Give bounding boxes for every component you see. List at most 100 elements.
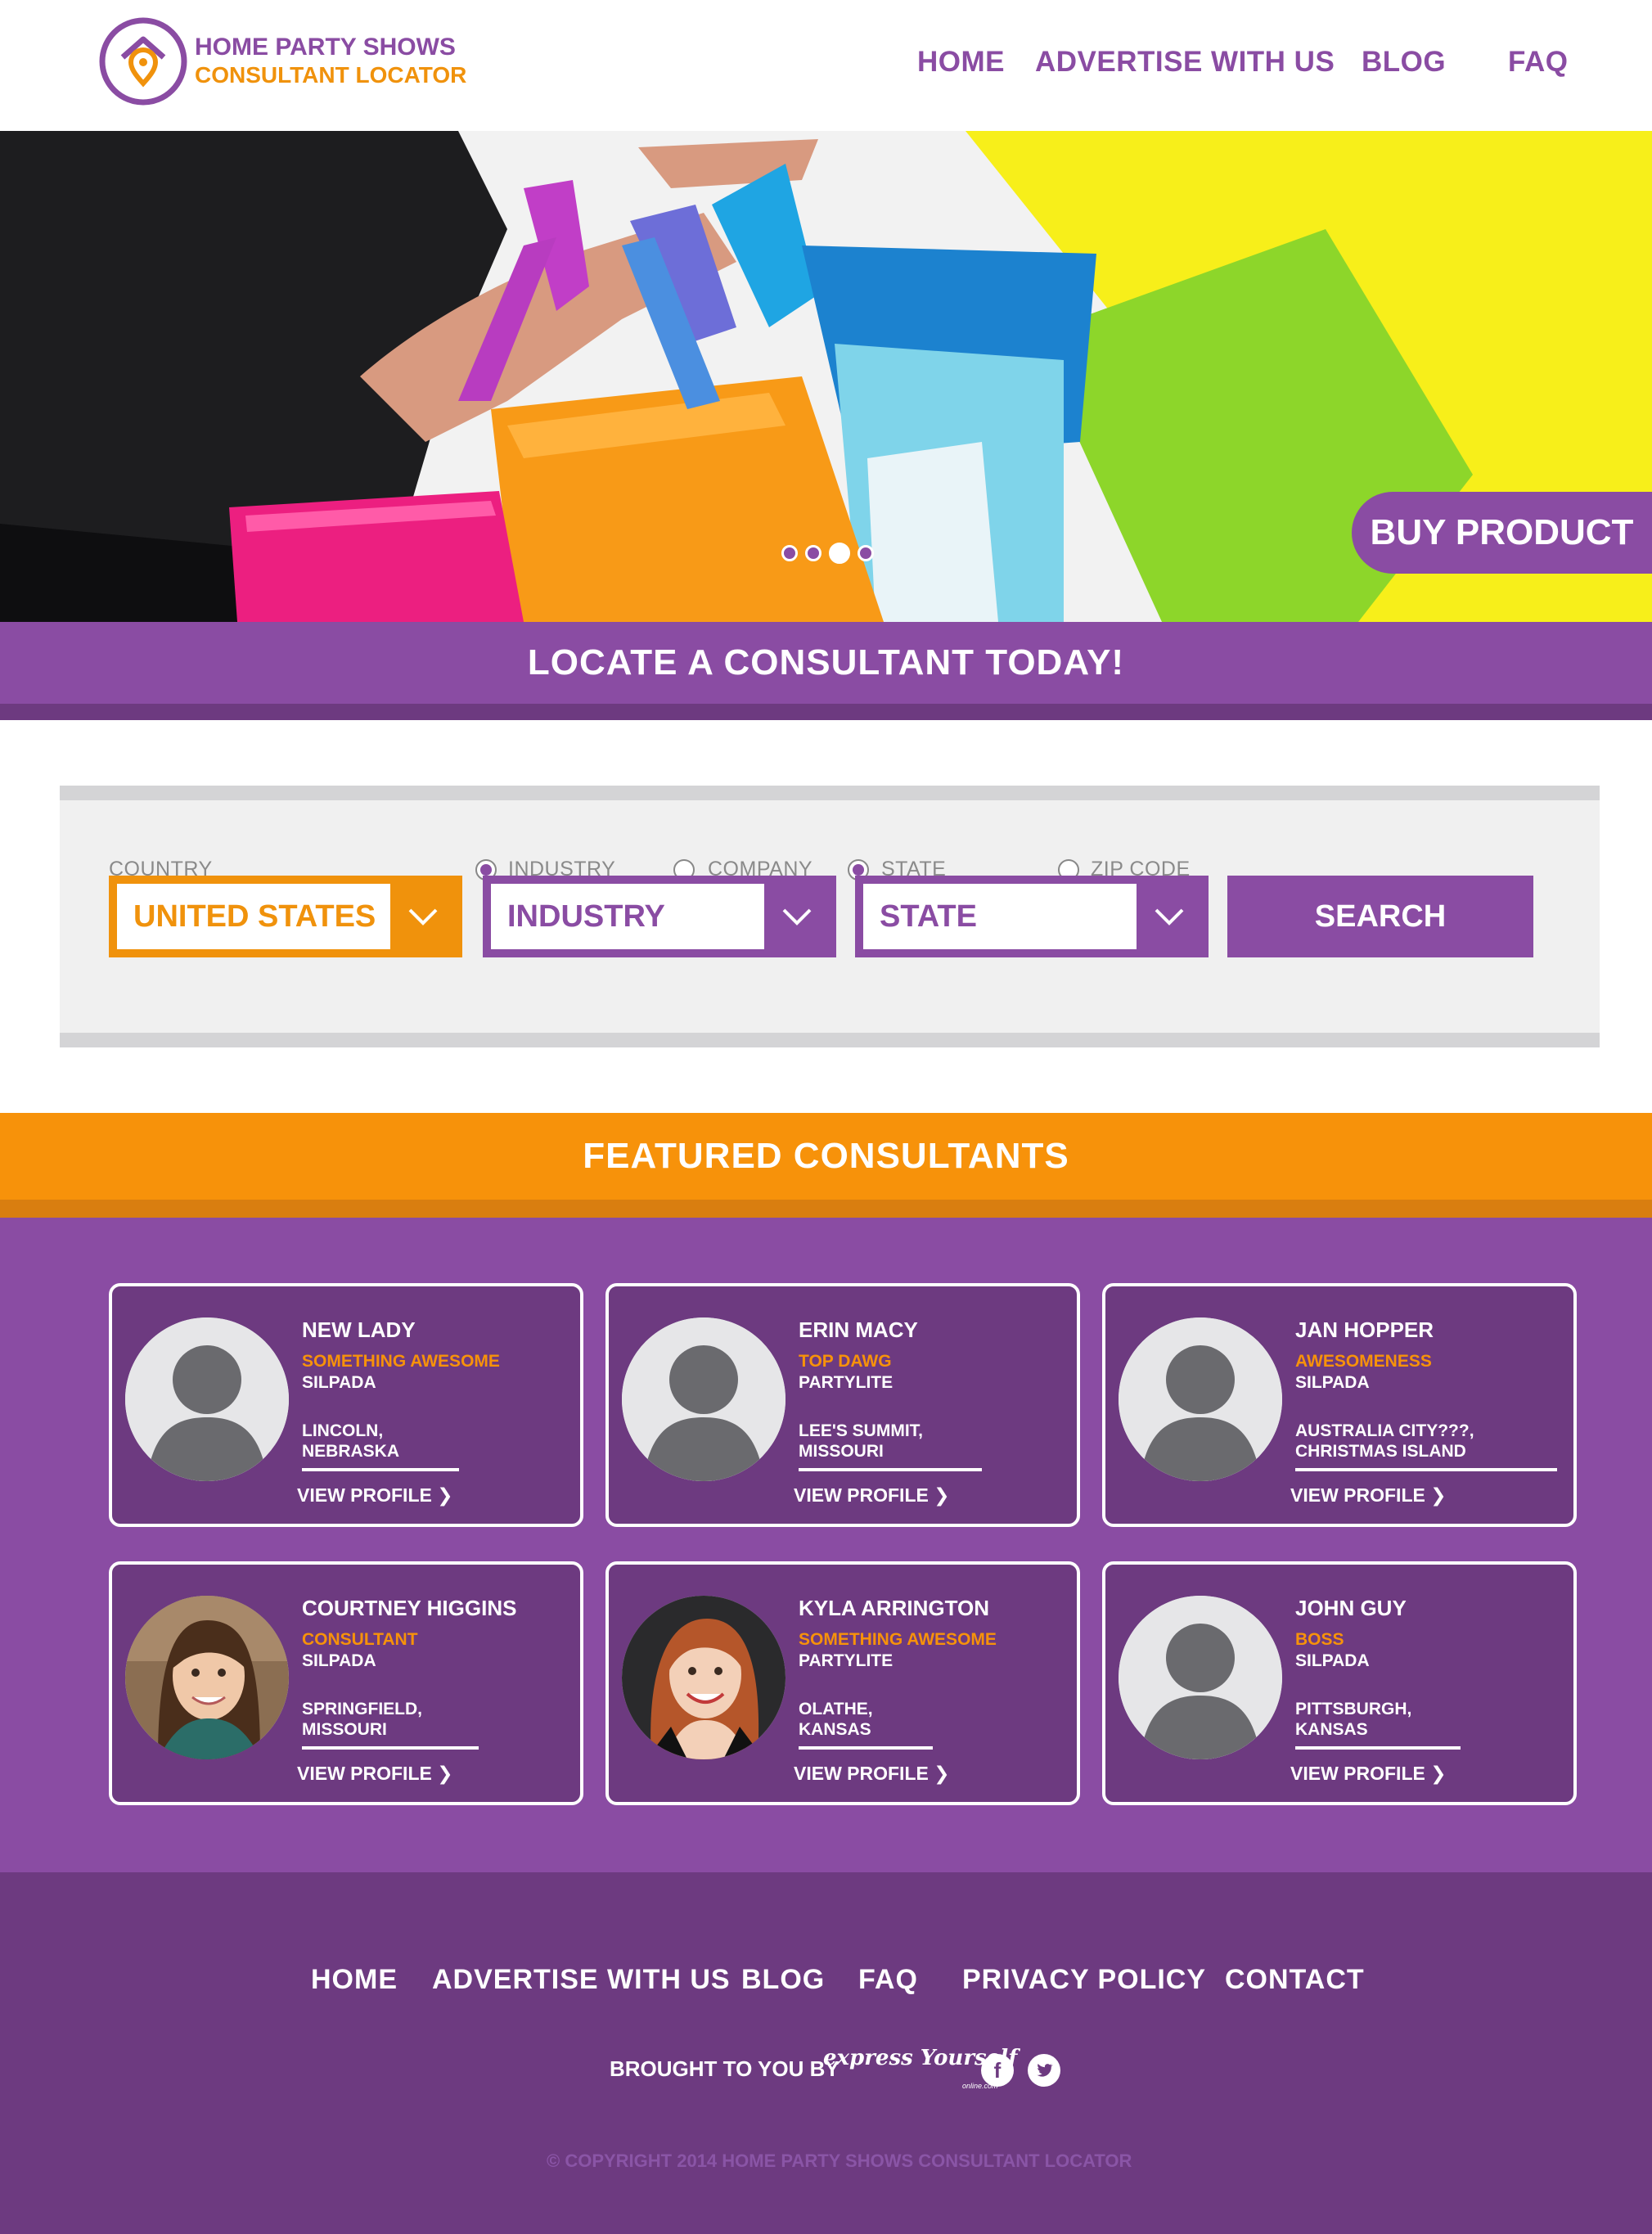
default-user-silhouette-icon [1119, 1596, 1282, 1759]
consultant-name: JOHN GUY [1295, 1596, 1407, 1620]
chevron-down-icon [408, 908, 438, 926]
view-profile-label: VIEW PROFILE [794, 1484, 929, 1506]
default-user-silhouette-icon [622, 1317, 785, 1481]
logo-line-2: CONSULTANT LOCATOR [195, 62, 467, 88]
avatar [622, 1317, 785, 1481]
chevron-right-icon: ❯ [934, 1763, 950, 1784]
footer-nav-advertise[interactable]: ADVERTISE WITH US [432, 1964, 731, 1996]
view-profile-label: VIEW PROFILE [297, 1484, 432, 1506]
consultant-card: ERIN MACY TOP DAWG PARTYLITE LEE'S SUMMI… [605, 1283, 1080, 1527]
nav-faq[interactable]: FAQ [1508, 46, 1568, 79]
slider-dot-1[interactable] [781, 545, 798, 561]
consultant-card: NEW LADY SOMETHING AWESOME SILPADA LINCO… [109, 1283, 583, 1527]
consultant-card: KYLA ARRINGTON SOMETHING AWESOME PARTYLI… [605, 1561, 1080, 1805]
featured-banner-shadow [0, 1200, 1652, 1218]
consultant-company: SILPADA [1295, 1373, 1370, 1392]
footer-nav-contact[interactable]: CONTACT [1225, 1964, 1365, 1996]
consultant-company: PARTYLITE [799, 1373, 894, 1392]
view-profile-link[interactable]: VIEW PROFILE ❯ [1290, 1484, 1447, 1507]
site-header: HOME PARTY SHOWS CONSULTANT LOCATOR HOME… [0, 0, 1652, 131]
view-profile-link[interactable]: VIEW PROFILE ❯ [297, 1484, 453, 1507]
slider-dot-3[interactable] [829, 543, 850, 564]
consultant-title: AWESOMENESS [1295, 1352, 1432, 1371]
consultant-location: OLATHE, KANSAS [799, 1699, 933, 1750]
industry-select-value: INDUSTRY [491, 884, 764, 949]
view-profile-label: VIEW PROFILE [1290, 1763, 1425, 1784]
view-profile-label: VIEW PROFILE [794, 1763, 929, 1784]
consultant-name: NEW LADY [302, 1317, 416, 1342]
state-select-value: STATE [863, 884, 1137, 949]
locate-banner: LOCATE A CONSULTANT TODAY! [0, 622, 1652, 704]
footer-nav-faq[interactable]: FAQ [858, 1964, 918, 1996]
footer-nav-privacy[interactable]: PRIVACY POLICY [962, 1964, 1206, 1996]
featured-title: FEATURED CONSULTANTS [583, 1136, 1069, 1176]
consultant-location: AUSTRALIA CITY???, CHRISTMAS ISLAND [1295, 1421, 1557, 1471]
copyright-text: © COPYRIGHT 2014 HOME PARTY SHOWS CONSUL… [547, 2151, 1132, 2171]
consultant-name: COURTNEY HIGGINS [302, 1596, 517, 1620]
avatar [1119, 1317, 1282, 1481]
footer-nav-home[interactable]: HOME [311, 1964, 398, 1996]
avatar [125, 1317, 289, 1481]
consultant-company: SILPADA [302, 1651, 376, 1670]
nav-advertise[interactable]: ADVERTISE WITH US [1035, 46, 1335, 79]
slider-dot-4[interactable] [858, 545, 874, 561]
view-profile-label: VIEW PROFILE [1290, 1484, 1425, 1506]
facebook-icon[interactable]: f [981, 2054, 1014, 2087]
house-pin-logo-icon [99, 17, 187, 106]
avatar [1119, 1596, 1282, 1759]
avatar [125, 1596, 289, 1759]
chevron-right-icon: ❯ [934, 1484, 950, 1506]
site-logo[interactable]: HOME PARTY SHOWS CONSULTANT LOCATOR [98, 16, 466, 106]
locate-banner-shadow [0, 704, 1652, 720]
buy-product-button[interactable]: BUY PRODUCT [1352, 492, 1652, 574]
view-profile-link[interactable]: VIEW PROFILE ❯ [1290, 1763, 1447, 1785]
consultant-title: CONSULTANT [302, 1630, 418, 1649]
site-footer: HOME ADVERTISE WITH US BLOG FAQ PRIVACY … [0, 1872, 1652, 2234]
consultant-card: JAN HOPPER AWESOMENESS SILPADA AUSTRALIA… [1102, 1283, 1577, 1527]
consultant-name: ERIN MACY [799, 1317, 918, 1342]
consultant-location: LINCOLN, NEBRASKA [302, 1421, 459, 1471]
slider-dots [781, 543, 881, 564]
consultant-company: SILPADA [1295, 1651, 1370, 1670]
logo-line-1: HOME PARTY SHOWS [195, 34, 456, 61]
nav-blog[interactable]: BLOG [1362, 46, 1446, 79]
view-profile-link[interactable]: VIEW PROFILE ❯ [297, 1763, 453, 1785]
consultant-location: LEE'S SUMMIT, MISSOURI [799, 1421, 982, 1471]
country-select[interactable]: UNITED STATES [109, 876, 462, 957]
industry-select[interactable]: INDUSTRY [483, 876, 836, 957]
chevron-down-icon [1155, 908, 1184, 926]
chevron-right-icon: ❯ [1430, 1484, 1447, 1506]
avatar [622, 1596, 785, 1759]
locate-title: LOCATE A CONSULTANT TODAY! [527, 642, 1125, 682]
view-profile-link[interactable]: VIEW PROFILE ❯ [794, 1763, 950, 1785]
consultant-location: SPRINGFIELD, MISSOURI [302, 1699, 479, 1750]
consultant-card: COURTNEY HIGGINS CONSULTANT SILPADA SPRI… [109, 1561, 583, 1805]
nav-home[interactable]: HOME [917, 46, 1005, 79]
country-select-value: UNITED STATES [117, 884, 390, 949]
view-profile-link[interactable]: VIEW PROFILE ❯ [794, 1484, 950, 1507]
chevron-right-icon: ❯ [437, 1484, 453, 1506]
chevron-right-icon: ❯ [1430, 1763, 1447, 1784]
footer-nav-blog[interactable]: BLOG [741, 1964, 825, 1996]
featured-banner: FEATURED CONSULTANTS [0, 1113, 1652, 1200]
consultant-company: SILPADA [302, 1373, 376, 1392]
twitter-bird-icon [1037, 2064, 1053, 2077]
consultant-title: BOSS [1295, 1630, 1344, 1649]
consultant-location: PITTSBURGH, KANSAS [1295, 1699, 1461, 1750]
state-select[interactable]: STATE [855, 876, 1209, 957]
chevron-right-icon: ❯ [437, 1763, 453, 1784]
view-profile-label: VIEW PROFILE [297, 1763, 432, 1784]
consultant-name: KYLA ARRINGTON [799, 1596, 990, 1620]
twitter-icon[interactable] [1028, 2054, 1060, 2087]
search-button[interactable]: SEARCH [1227, 876, 1533, 957]
consultant-name: JAN HOPPER [1295, 1317, 1434, 1342]
featured-consultants-grid: NEW LADY SOMETHING AWESOME SILPADA LINCO… [0, 1218, 1652, 1872]
consultant-title: SOMETHING AWESOME [799, 1630, 997, 1649]
default-user-silhouette-icon [125, 1317, 289, 1481]
hero-slider: BUY PRODUCT [0, 131, 1652, 622]
consultant-card: JOHN GUY BOSS SILPADA PITTSBURGH, KANSAS… [1102, 1561, 1577, 1805]
slider-dot-2[interactable] [805, 545, 821, 561]
consultant-title: SOMETHING AWESOME [302, 1352, 500, 1371]
consultant-title: TOP DAWG [799, 1352, 892, 1371]
consultant-company: PARTYLITE [799, 1651, 894, 1670]
